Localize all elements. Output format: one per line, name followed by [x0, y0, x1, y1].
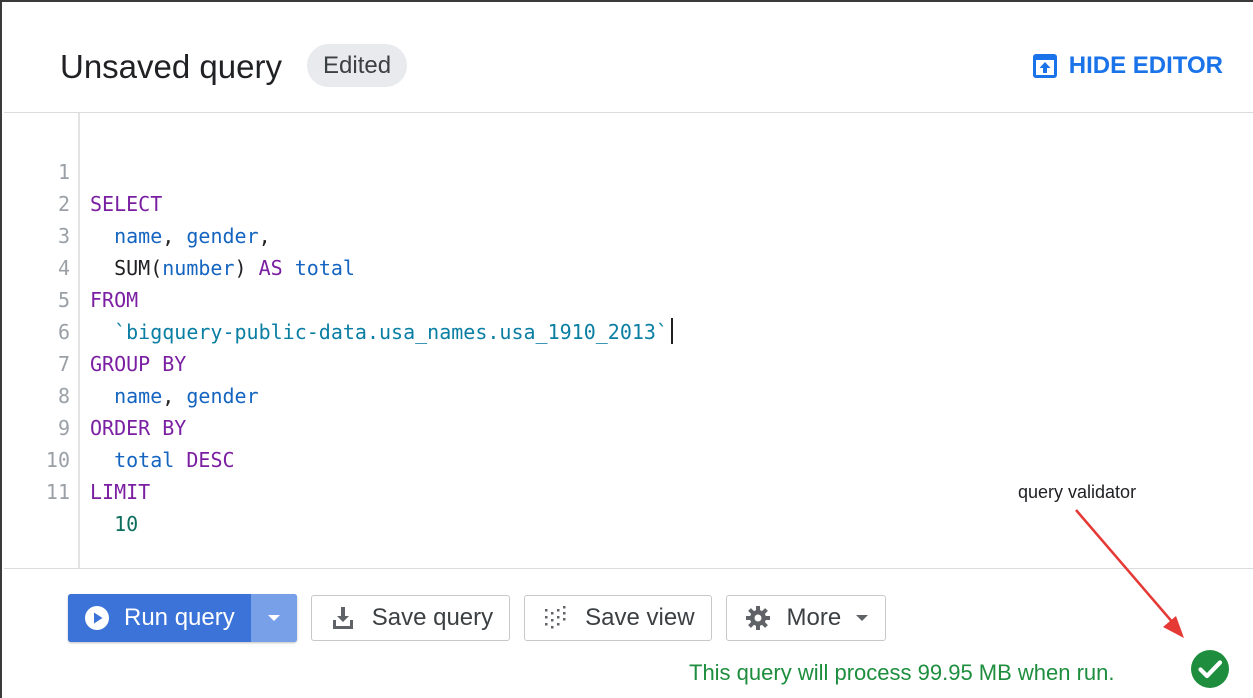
code-line: 2 name, gender,	[4, 156, 1244, 248]
code-line: 3 SUM(number) AS total	[4, 188, 1244, 280]
annotation-arrow	[1075, 509, 1184, 638]
run-query-button[interactable]: Run query	[68, 594, 251, 642]
more-label: More	[786, 604, 842, 631]
line-number: 11	[45, 480, 70, 504]
download-tray-icon	[332, 607, 353, 629]
edited-status-chip: Edited	[307, 44, 408, 87]
query-toolbar: Run query Save query Save view More	[68, 593, 887, 643]
code-line: 1 SELECT	[4, 124, 1244, 216]
keyword-token: LIMIT	[90, 480, 151, 504]
code-line: 4 FROM	[4, 220, 1244, 312]
hide-editor-button[interactable]: HIDE EDITOR	[1031, 48, 1223, 84]
code-line: 6 GROUP BY	[4, 284, 1244, 376]
editor-header: Unsaved query Edited HIDE EDITOR	[4, 4, 1253, 113]
page-title: Unsaved query	[60, 48, 282, 85]
code-line: 10 LIMIT	[4, 412, 1244, 504]
run-options-dropdown[interactable]	[250, 594, 297, 642]
hide-editor-label: HIDE EDITOR	[1068, 52, 1223, 79]
chevron-down-icon	[856, 615, 869, 621]
number-token: 10	[114, 512, 139, 536]
code-line: 9 total DESC	[4, 380, 1244, 472]
gear-icon	[745, 606, 770, 630]
code-line: 7 name, gender	[4, 316, 1244, 408]
run-query-split-button: Run query	[68, 594, 297, 642]
annotation-label: query validator	[1018, 482, 1137, 502]
save-query-button[interactable]: Save query	[310, 595, 511, 641]
query-validator-message: This query will process 99.95 MB when ru…	[689, 660, 1115, 685]
play-circle-icon	[85, 606, 109, 630]
chevron-down-icon	[267, 615, 280, 621]
save-view-label: Save view	[585, 604, 695, 631]
run-query-label: Run query	[124, 604, 235, 631]
query-editor-panel: Unsaved query Edited HIDE EDITOR 1 SELEC…	[0, 0, 1253, 698]
grid-dots-icon	[545, 606, 566, 629]
code-line: 11 10	[4, 444, 1244, 536]
save-query-label: Save query	[371, 604, 494, 631]
code-line: 8 ORDER BY	[4, 348, 1244, 440]
code-line: 5 `bigquery-public-data.usa_names.usa_19…	[4, 252, 1244, 344]
check-circle-icon	[1191, 650, 1229, 688]
save-view-button[interactable]: Save view	[524, 595, 712, 641]
collapse-up-icon	[1032, 54, 1057, 78]
more-menu-button[interactable]: More	[725, 595, 887, 641]
